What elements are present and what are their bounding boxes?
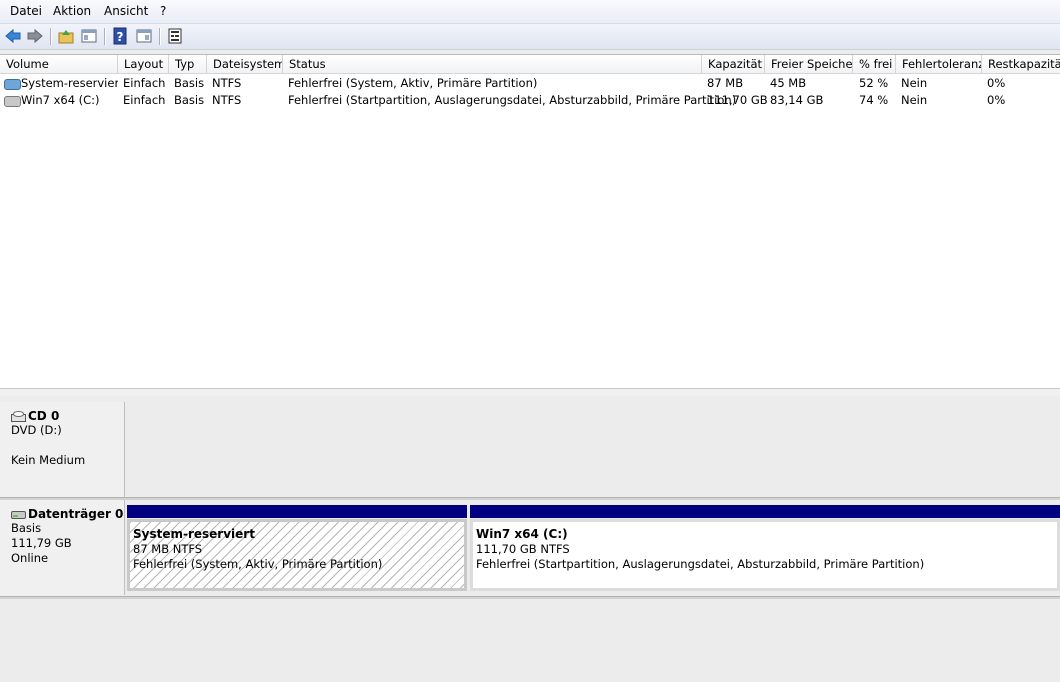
column-header-status[interactable]: Status	[283, 55, 702, 73]
disk0-label-panel[interactable]: Datenträger 0 Basis 111,79 GB Online	[0, 500, 125, 595]
column-header-layout[interactable]: Layout	[118, 55, 169, 73]
folder-up-icon[interactable]	[57, 27, 75, 45]
menu-ansicht[interactable]: Ansicht	[104, 4, 148, 18]
toolbar-separator	[104, 28, 106, 45]
cd-label-panel[interactable]: CD 0 DVD (D:) Kein Medium	[0, 402, 125, 498]
cell-typ: Basis	[174, 76, 205, 90]
cell-freier-speicher: 45 MB	[770, 76, 807, 90]
cell-fehlertoleranz: Nein	[901, 93, 928, 107]
cell-kapazitaet: 111,70 GB	[707, 93, 768, 107]
column-header-restkapazitaet[interactable]: Restkapazität	[982, 55, 1060, 73]
cell-fehlertoleranz: Nein	[901, 76, 928, 90]
column-header-fehlertoleranz[interactable]: Fehlertoleranz	[896, 55, 982, 73]
back-icon[interactable]	[4, 27, 22, 45]
row-divider	[0, 497, 1060, 500]
cd-empty-area	[126, 402, 1060, 498]
partition-name: Win7 x64 (C:)	[476, 527, 568, 541]
cell-prozent-frei: 74 %	[859, 93, 889, 107]
cell-status: Fehlerfrei (Startpartition, Auslagerungs…	[288, 93, 737, 107]
cell-prozent-frei: 52 %	[859, 76, 889, 90]
cell-dateisystem: NTFS	[212, 93, 242, 107]
disk0-type: Basis	[11, 521, 42, 535]
cell-dateisystem: NTFS	[212, 76, 242, 90]
cd-drive-icon	[11, 411, 26, 422]
cell-typ: Basis	[174, 93, 205, 107]
partition-system-reserved[interactable]: System-reserviert 87 MB NTFS Fehlerfrei …	[127, 519, 467, 591]
cell-freier-speicher: 83,14 GB	[770, 93, 824, 107]
toolbar-separator	[50, 28, 52, 45]
toolbar-separator	[159, 28, 161, 45]
column-header-prozent-frei[interactable]: % frei	[853, 55, 896, 73]
disk0-title: Datenträger 0	[28, 507, 124, 521]
menu-aktion[interactable]: Aktion	[53, 4, 91, 18]
disk-graphical-view: CD 0 DVD (D:) Kein Medium Datenträger 0 …	[0, 396, 1060, 682]
partition-header-bar	[127, 505, 467, 518]
properties-icon[interactable]	[166, 27, 184, 45]
column-header-dateisystem[interactable]: Dateisystem	[207, 55, 283, 73]
cd-title: CD 0	[28, 409, 60, 423]
toolbar: ?	[0, 24, 1060, 50]
show-hide-tree-icon[interactable]	[80, 27, 98, 45]
volume-list: Volume Layout Typ Dateisystem Status Kap…	[0, 54, 1060, 389]
column-header-volume[interactable]: Volume	[0, 55, 118, 73]
cell-volume: Win7 x64 (C:)	[21, 93, 100, 107]
cell-layout: Einfach	[123, 93, 166, 107]
menu-bar: Datei Aktion Ansicht ?	[0, 0, 1060, 24]
cd-title-row: CD 0	[11, 409, 124, 423]
help-icon[interactable]: ?	[111, 27, 129, 45]
menu-help[interactable]: ?	[160, 4, 166, 18]
cell-volume: System-reserviert	[21, 76, 118, 90]
cell-layout: Einfach	[123, 76, 166, 90]
column-header-kapazitaet[interactable]: Kapazität	[702, 55, 765, 73]
cell-status: Fehlerfrei (System, Aktiv, Primäre Parti…	[288, 76, 538, 90]
partition-status: Fehlerfrei (System, Aktiv, Primäre Parti…	[133, 557, 383, 571]
partition-size: 111,70 GB NTFS	[476, 542, 570, 556]
cell-restkapazitaet: 0%	[987, 76, 1006, 90]
svg-text:?: ?	[117, 30, 124, 44]
cd-media-status: Kein Medium	[11, 453, 86, 467]
partition-header-bar	[470, 505, 1060, 518]
hard-disk-icon	[11, 509, 26, 520]
column-header-typ[interactable]: Typ	[169, 55, 207, 73]
cd-drive-type: DVD (D:)	[11, 423, 62, 437]
row-divider	[0, 596, 1060, 599]
disk0-title-row: Datenträger 0	[11, 507, 124, 521]
partition-size: 87 MB NTFS	[133, 542, 203, 556]
menu-datei[interactable]: Datei	[10, 4, 42, 18]
partition-win7-c[interactable]: Win7 x64 (C:) 111,70 GB NTFS Fehlerfrei …	[470, 519, 1060, 591]
disk0-size: 111,79 GB	[11, 536, 72, 550]
disk0-state: Online	[11, 551, 49, 565]
show-hide-action-pane-icon[interactable]	[135, 27, 153, 45]
table-row[interactable]: System-reserviert Einfach Basis NTFS Feh…	[0, 75, 1060, 92]
cell-restkapazitaet: 0%	[987, 93, 1006, 107]
table-row[interactable]: Win7 x64 (C:) Einfach Basis NTFS Fehlerf…	[0, 92, 1060, 109]
forward-icon[interactable]	[26, 27, 44, 45]
column-header-freier-speicher[interactable]: Freier Speicher	[765, 55, 853, 73]
cell-kapazitaet: 87 MB	[707, 76, 744, 90]
partition-name: System-reserviert	[133, 527, 255, 541]
column-header-row: Volume Layout Typ Dateisystem Status Kap…	[0, 55, 1060, 74]
partition-status: Fehlerfrei (Startpartition, Auslagerungs…	[476, 557, 925, 571]
